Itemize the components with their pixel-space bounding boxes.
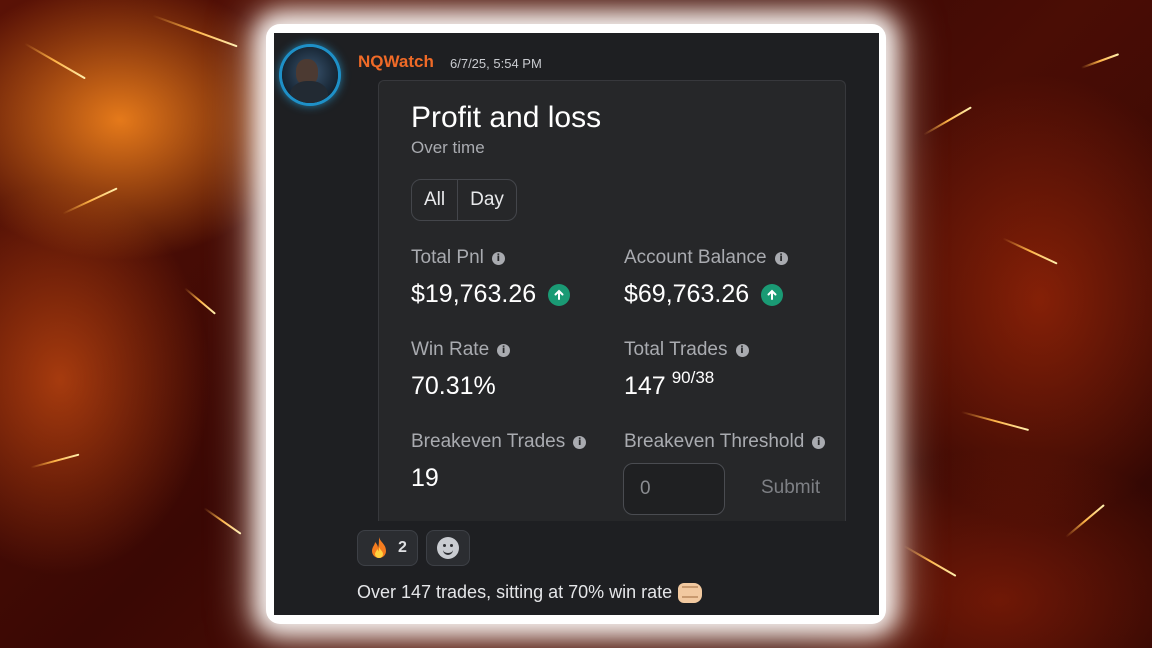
breakeven-trades-value: 19 <box>411 464 439 492</box>
breakeven-threshold-label: Breakeven Threshold i <box>624 431 826 453</box>
info-icon[interactable]: i <box>812 435 826 449</box>
tab-all[interactable]: All <box>412 180 457 220</box>
range-toggle: All Day <box>411 179 517 221</box>
fist-icon <box>678 582 703 603</box>
message-panel: NQWatch 6/7/25, 5:54 PM Profit and loss … <box>274 33 879 615</box>
breakeven-trades-label: Breakeven Trades i <box>411 431 587 453</box>
reaction-count: 2 <box>398 539 407 556</box>
username[interactable]: NQWatch <box>358 52 434 72</box>
info-icon[interactable]: i <box>735 343 749 357</box>
account-balance-label: Account Balance i <box>624 247 788 269</box>
win-rate-label: Win Rate i <box>411 339 511 361</box>
avatar[interactable] <box>282 47 338 103</box>
submit-button[interactable]: Submit <box>761 477 820 499</box>
add-reaction-button[interactable] <box>425 530 470 566</box>
reaction-fire[interactable]: 2 <box>357 530 418 566</box>
breakeven-threshold-input[interactable]: 0 <box>623 463 725 515</box>
reactions-bar: 2 <box>357 530 470 566</box>
card-title: Profit and loss <box>411 101 602 134</box>
info-icon[interactable]: i <box>774 251 788 265</box>
add-reaction-icon <box>436 537 459 559</box>
total-pnl-value: $19,763.26 <box>411 280 571 309</box>
card-subtitle: Over time <box>411 138 485 157</box>
info-icon[interactable]: i <box>491 251 505 265</box>
info-icon[interactable]: i <box>497 343 511 357</box>
timestamp: 6/7/25, 5:54 PM <box>450 56 542 71</box>
total-pnl-label: Total Pnl i <box>411 247 505 269</box>
fire-icon <box>368 536 390 560</box>
arrow-up-icon <box>548 283 571 306</box>
info-icon[interactable]: i <box>573 435 587 449</box>
message-text: Over 147 trades, sitting at 70% win rate <box>357 582 703 603</box>
win-rate-value: 70.31% <box>411 372 496 400</box>
arrow-up-icon <box>761 283 784 306</box>
account-balance-value: $69,763.26 <box>624 280 784 309</box>
total-trades-split: 90/38 <box>671 367 715 387</box>
total-trades-value: 147 90/38 <box>624 367 715 401</box>
total-trades-label: Total Trades i <box>624 339 749 361</box>
tab-day[interactable]: Day <box>458 180 516 220</box>
pnl-card: Profit and loss Over time All Day Total … <box>378 80 846 521</box>
